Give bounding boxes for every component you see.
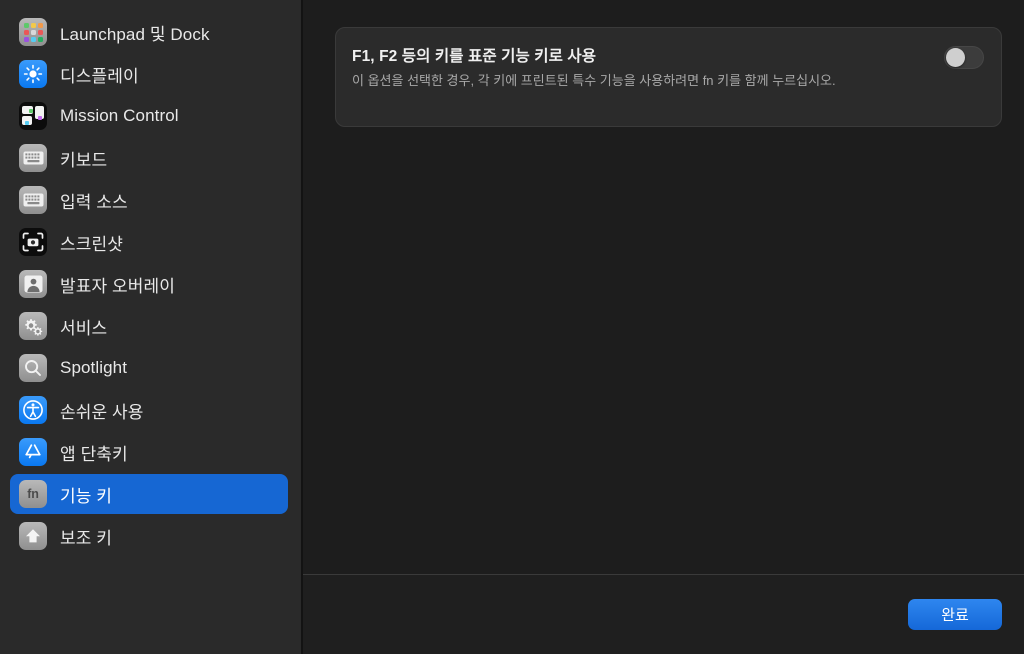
sidebar-item-label: 스크린샷	[60, 234, 123, 254]
function-key-fn-icon: fn	[19, 480, 47, 508]
launchpad-icon	[19, 18, 47, 46]
services-gears-icon	[19, 312, 47, 340]
modifier-key-shift-icon	[19, 522, 47, 550]
done-button[interactable]: 완료	[908, 599, 1002, 630]
settings-content-pane: F1, F2 등의 키를 표준 기능 키로 사용 이 옵션을 선택한 경우, 각…	[303, 0, 1024, 654]
sidebar-item-keyboard[interactable]: 키보드	[10, 138, 288, 178]
sidebar-item-function-keys[interactable]: fn 기능 키	[10, 474, 288, 514]
sidebar-item-modifier-keys[interactable]: 보조 키	[10, 516, 288, 556]
sidebar-item-label: 보조 키	[60, 528, 113, 548]
presenter-overlay-icon	[19, 270, 47, 298]
sidebar-item-app-shortcuts[interactable]: 앱 단축키	[10, 432, 288, 472]
standard-function-keys-card: F1, F2 등의 키를 표준 기능 키로 사용 이 옵션을 선택한 경우, 각…	[335, 27, 1002, 127]
display-icon	[19, 60, 47, 88]
sidebar-item-label: 서비스	[60, 318, 108, 338]
sidebar-item-screenshot[interactable]: 스크린샷	[10, 222, 288, 262]
sidebar-item-launchpad-dock[interactable]: Launchpad 및 Dock	[10, 12, 288, 52]
input-sources-icon	[19, 186, 47, 214]
sidebar-item-label: 손쉬운 사용	[60, 402, 144, 422]
sidebar-item-label: 기능 키	[60, 486, 113, 506]
toggle-knob	[946, 48, 965, 67]
screenshot-icon	[19, 228, 47, 256]
sidebar-item-label: 입력 소스	[60, 192, 128, 212]
sidebar-item-label: 디스플레이	[60, 66, 139, 86]
sidebar-item-input-sources[interactable]: 입력 소스	[10, 180, 288, 220]
function-keys-settings-body: F1, F2 등의 키를 표준 기능 키로 사용 이 옵션을 선택한 경우, 각…	[303, 0, 1024, 574]
dialog-footer: 완료	[303, 574, 1024, 654]
spotlight-search-icon	[19, 354, 47, 382]
sidebar-item-spotlight[interactable]: Spotlight	[10, 348, 288, 388]
fn-label: fn	[27, 487, 39, 501]
accessibility-icon	[19, 396, 47, 424]
sidebar-item-label: 발표자 오버레이	[60, 276, 176, 296]
launchpad-grid	[23, 22, 43, 42]
sidebar-item-mission-control[interactable]: Mission Control	[10, 96, 288, 136]
sidebar-item-label: Launchpad 및 Dock	[60, 24, 210, 44]
sidebar-item-accessibility[interactable]: 손쉬운 사용	[10, 390, 288, 430]
system-settings-window: Launchpad 및 Dock 디스플레이 Mission Control 키…	[0, 0, 1024, 654]
sidebar-item-label: 앱 단축키	[60, 444, 128, 464]
app-shortcuts-icon	[19, 438, 47, 466]
sidebar-item-label: Spotlight	[60, 358, 128, 377]
card-description: 이 옵션을 선택한 경우, 각 키에 프린트된 특수 기능을 사용하려면 fn …	[352, 73, 836, 88]
keyboard-icon	[19, 144, 47, 172]
mission-control-icon	[19, 102, 47, 130]
sidebar-item-display[interactable]: 디스플레이	[10, 54, 288, 94]
sidebar-item-label: Mission Control	[60, 106, 179, 125]
sidebar-item-presenter-overlay[interactable]: 발표자 오버레이	[10, 264, 288, 304]
card-title: F1, F2 등의 키를 표준 기능 키로 사용	[352, 48, 597, 65]
settings-sidebar[interactable]: Launchpad 및 Dock 디스플레이 Mission Control 키…	[0, 0, 303, 654]
sidebar-item-label: 키보드	[60, 150, 108, 170]
sidebar-item-services[interactable]: 서비스	[10, 306, 288, 346]
standard-function-keys-toggle[interactable]	[944, 46, 984, 69]
